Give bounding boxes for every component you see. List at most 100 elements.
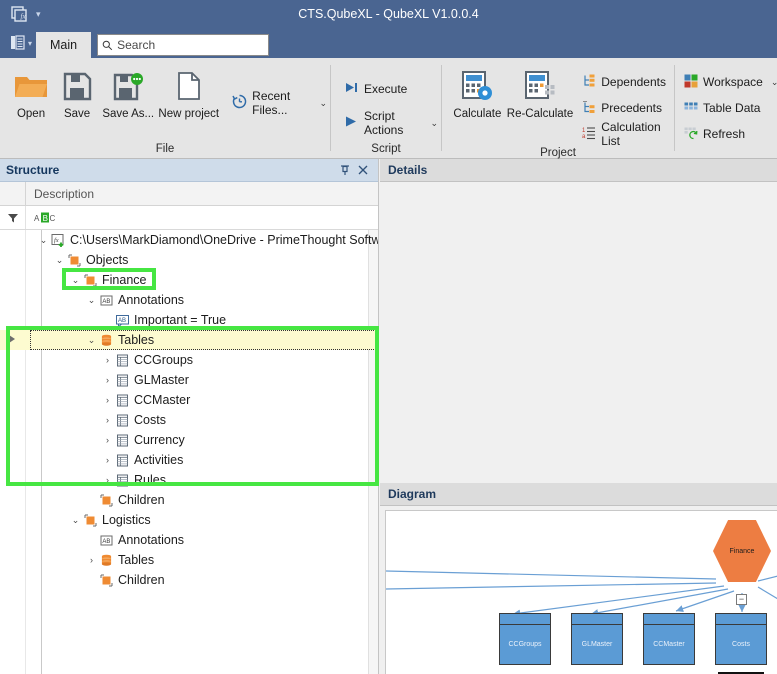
filter-funnel-icon[interactable] [0,206,26,229]
tree-item-project-path[interactable]: ⌄ fx C:\Users\MarkDiamond\OneDrive - Pri… [0,230,378,250]
annotation-ab-icon: AB [98,533,115,548]
expander-icon[interactable]: › [101,354,114,367]
expander-icon[interactable]: › [85,554,98,567]
object-folder-icon [98,493,115,508]
tree-item-tables-finance[interactable]: ⌄ Tables [0,330,378,350]
tree-item-activities[interactable]: › Activities [0,450,378,470]
execute-label: Execute [364,82,407,96]
search-input[interactable]: Search [97,34,269,56]
expander-icon[interactable]: › [101,474,114,487]
expander-icon[interactable]: ⌄ [69,274,82,287]
diagram-node-ccgroups[interactable]: CCGroups [499,613,551,665]
save-as-label: Save As... [102,108,154,120]
table-icon [114,433,131,448]
recent-files-button[interactable]: Recent Files... ⌄ [229,90,330,116]
tree-item-annotations-logistics[interactable]: AB Annotations [0,530,378,550]
structure-panel-title: Structure [6,163,59,177]
formula-window-icon[interactable]: fx [8,3,30,25]
diagram-node-costs[interactable]: Costs [715,613,767,665]
filter-row: A B C [0,206,378,230]
ribbon-group-script-label: Script [331,143,441,159]
table-data-button[interactable]: Table Data [681,95,777,121]
details-panel: Details [380,159,777,324]
ribbon-group-project: Calculate [442,58,674,159]
structure-tree[interactable]: ⌄ fx C:\Users\MarkDiamond\OneDrive - Pri… [0,230,378,674]
tree-item-children-finance[interactable]: Children [0,490,378,510]
diagram-node-label: CCGroups [500,625,550,664]
tree-item-label: Costs [134,413,166,427]
formula-file-icon: fx [50,233,67,248]
tree-item-rules[interactable]: › Rules [0,470,378,490]
tree-item-ccmaster[interactable]: › CCMaster [0,390,378,410]
save-as-button[interactable]: Save As... [100,64,156,120]
table-data-icon [684,100,698,117]
dependents-button[interactable]: Dependents [579,69,674,95]
tree-item-finance[interactable]: ⌄ Finance [0,270,378,290]
svg-text:a: a [582,134,586,140]
tree-item-logistics[interactable]: ⌄ Logistics [0,510,378,530]
diagram-node-glmaster[interactable]: GLMaster [571,613,623,665]
expander-icon[interactable]: ⌄ [53,254,66,267]
chevron-down-icon[interactable]: ⌄ [430,118,438,129]
application-menu-icon[interactable]: ▾ [6,28,36,58]
new-project-button[interactable]: New project [156,64,221,120]
workspace-button[interactable]: Workspace ⌄ [681,69,777,95]
svg-text:AB: AB [118,318,126,324]
re-calculate-button[interactable]: Re-Calculate [507,64,573,120]
calculate-button[interactable]: Calculate [448,64,507,120]
expander-icon[interactable]: › [101,374,114,387]
calculator-grid-icon [523,66,557,106]
expander-icon[interactable]: › [101,394,114,407]
node-cap [572,614,622,625]
tab-main[interactable]: Main [36,32,91,58]
filter-abc-icon[interactable]: A B C [34,212,56,223]
diagram-canvas[interactable]: Finance − CCGroups GLMaster CCMaster [385,510,777,674]
close-icon[interactable] [354,161,372,179]
new-page-icon [177,66,201,106]
expander-icon[interactable]: › [101,414,114,427]
tree-item-important-annotation[interactable]: AB Important = True [0,310,378,330]
svg-text:B: B [43,214,48,223]
current-row-indicator [9,335,15,343]
expander-icon[interactable]: ⌄ [85,334,98,347]
tree-item-tables-logistics[interactable]: › Tables [0,550,378,570]
expander-icon[interactable]: ⌄ [37,234,50,247]
tree-item-currency[interactable]: › Currency [0,430,378,450]
tree-item-ccgroups[interactable]: › CCGroups [0,350,378,370]
title-bar: fx ▾ CTS.QubeXL - QubeXL V1.0.0.4 [0,0,777,28]
expander-icon[interactable]: ⌄ [85,294,98,307]
chevron-down-icon[interactable]: ⌄ [319,98,327,109]
tree-item-costs[interactable]: › Costs [0,410,378,430]
calculation-list-button[interactable]: 1 a Calculation List [579,121,674,147]
clock-history-icon [232,94,247,112]
expander-icon[interactable]: ⌄ [69,514,82,527]
tree-item-label: Logistics [102,513,151,527]
pin-icon[interactable] [336,161,354,179]
save-button[interactable]: Save [54,64,100,120]
execute-button[interactable]: Execute [341,76,441,102]
svg-text:fx: fx [20,12,26,20]
tree-item-annotations[interactable]: ⌄ AB Annotations [0,290,378,310]
diagram-panel: Diagram [380,483,777,674]
quick-access-caret-icon[interactable]: ▾ [36,9,41,20]
application-window: fx ▾ CTS.QubeXL - QubeXL V1.0.0.4 ▾ Main [0,0,777,674]
chevron-down-icon[interactable]: ⌄ [771,77,777,88]
expander-icon[interactable]: › [101,454,114,467]
refresh-button[interactable]: Refresh [681,121,777,147]
expander-icon[interactable]: › [101,434,114,447]
script-actions-button[interactable]: Script Actions ⌄ [341,110,441,136]
calculate-label: Calculate [453,108,501,120]
open-label: Open [17,108,45,120]
tree-item-glmaster[interactable]: › GLMaster [0,370,378,390]
tree-item-objects[interactable]: ⌄ Objects [0,250,378,270]
panel-gap [380,324,777,483]
diagram-node-ccmaster[interactable]: CCMaster [643,613,695,665]
open-button[interactable]: Open [8,64,54,120]
play-icon [344,115,359,131]
tree-item-children-logistics[interactable]: Children [0,570,378,590]
annotation-bubble-icon: AB [114,313,131,328]
re-calculate-label: Re-Calculate [507,108,573,120]
play-to-end-icon [344,81,359,97]
diagram-collapse-toggle[interactable]: − [736,594,747,605]
precedents-button[interactable]: Precedents [579,95,674,121]
